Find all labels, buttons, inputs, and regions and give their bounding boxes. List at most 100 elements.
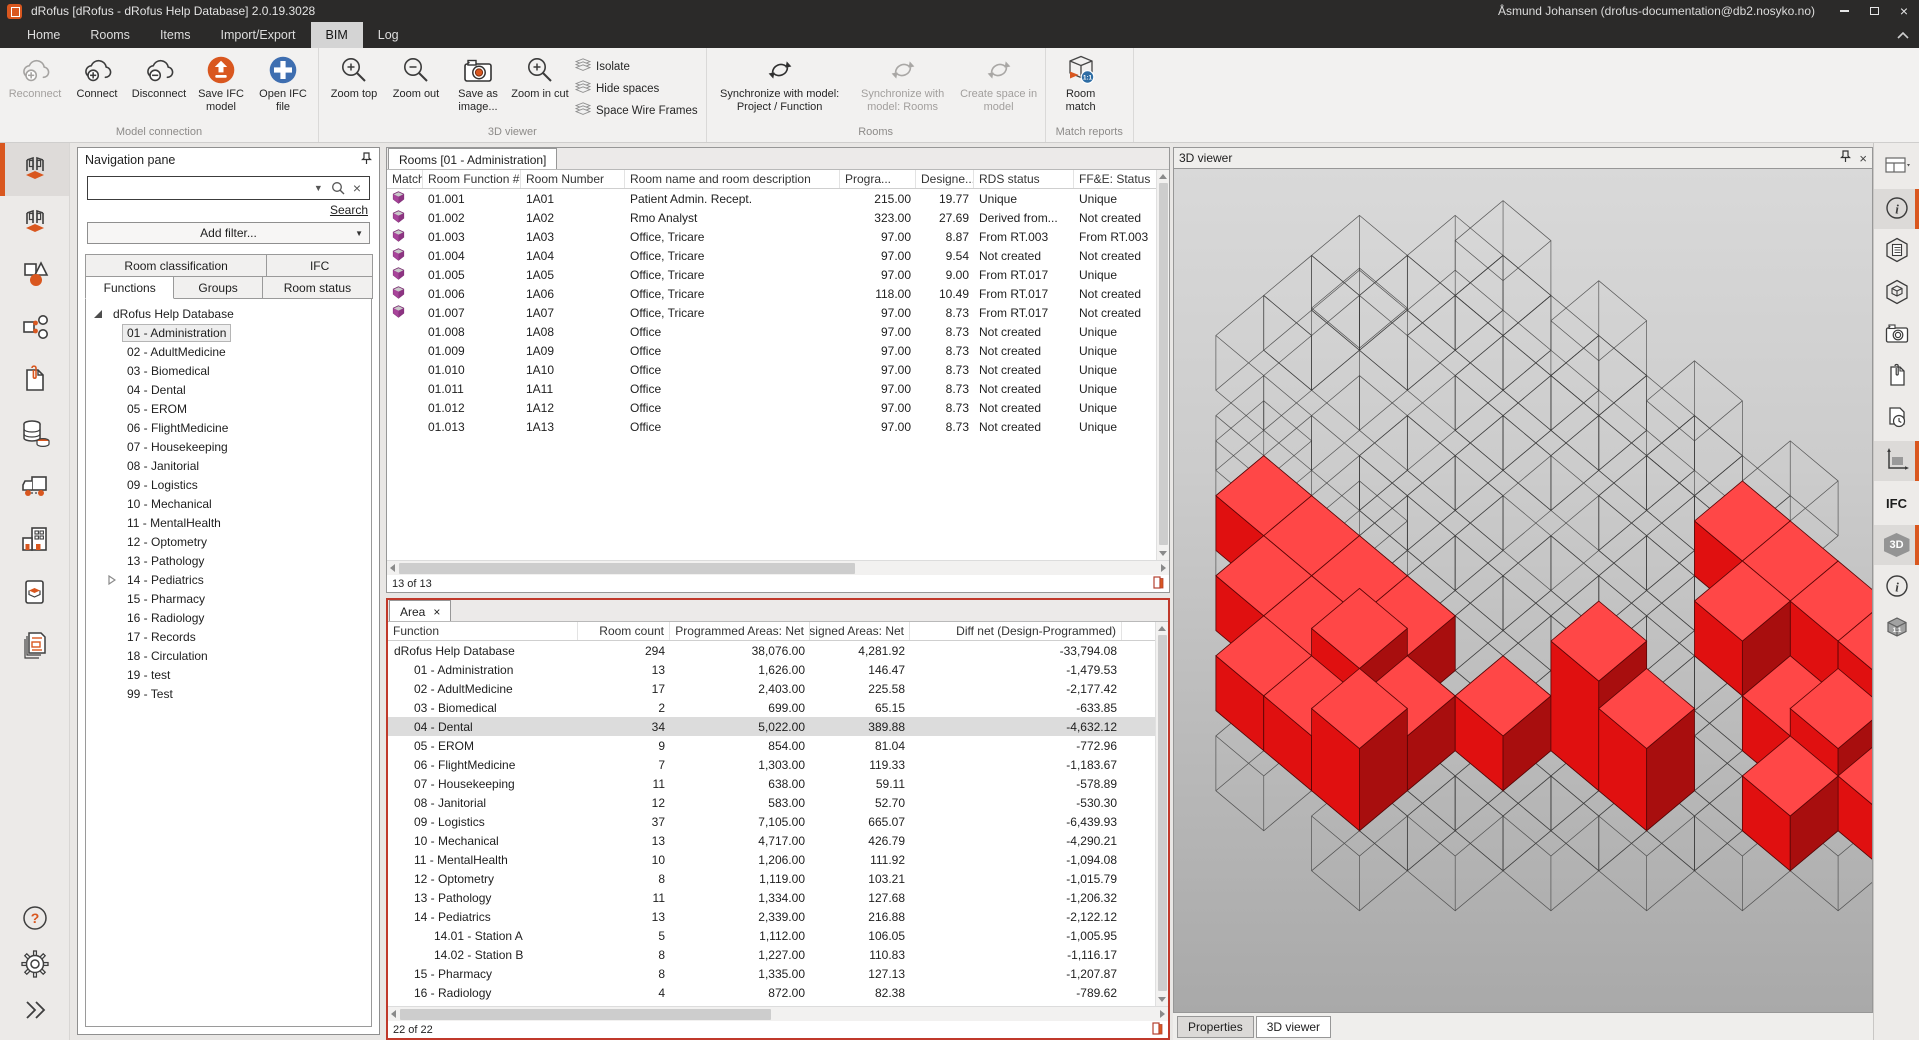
ribbon-button-open-ifc-file[interactable]: Open IFC file [252, 51, 314, 115]
sidebar-item-items[interactable] [0, 249, 69, 302]
sidebar-item-documents[interactable] [0, 355, 69, 408]
area-table-row[interactable]: 04 - Dental 34 5,022.00 389.88 -4,632.12 [388, 717, 1168, 736]
sidebar-item-systems[interactable] [0, 302, 69, 355]
tree-expander-open-icon[interactable] [94, 310, 102, 318]
column-header-function[interactable]: Function [388, 622, 578, 640]
rooms-table-header[interactable]: MatchRoom Function #:Room NumberRoom nam… [387, 170, 1169, 189]
sidebar-item-rooms[interactable] [0, 143, 69, 196]
area-table-row[interactable]: 10 - Mechanical 13 4,717.00 426.79 -4,29… [388, 831, 1168, 850]
tree-item-03-biomedical[interactable]: 03 - Biomedical [86, 361, 371, 380]
nav-tab-groups[interactable]: Groups [173, 276, 262, 299]
strip-item-camera[interactable] [1874, 315, 1919, 355]
viewer-tab-3d-viewer[interactable]: 3D viewer [1256, 1016, 1331, 1038]
report-icon[interactable] [1153, 576, 1164, 592]
strip-item-doc-clip[interactable] [1874, 357, 1919, 397]
menu-tab-bim[interactable]: BIM [311, 22, 363, 48]
report-icon[interactable] [1152, 1022, 1163, 1038]
rooms-table-row[interactable]: 01.001 1A01 Patient Admin. Recept. 215.0… [387, 189, 1169, 208]
sidebar-item-help[interactable]: ? [0, 896, 69, 942]
tree-item-18-circulation[interactable]: 18 - Circulation [86, 646, 371, 665]
ribbon-button-isolate[interactable]: Isolate [575, 58, 698, 75]
area-table-row[interactable]: 03 - Biomedical 2 699.00 65.15 -633.85 [388, 698, 1168, 717]
menu-tab-import-export[interactable]: Import/Export [206, 22, 311, 48]
ribbon-button-save-as-image[interactable]: Save as image... [447, 51, 509, 115]
rooms-table-row[interactable]: 01.006 1A06 Office, Tricare 118.00 10.49… [387, 284, 1169, 303]
search-input[interactable] [92, 180, 310, 196]
rooms-table-row[interactable]: 01.010 1A10 Office 97.00 8.73 Not create… [387, 360, 1169, 379]
area-table-row[interactable]: 06 - FlightMedicine 7 1,303.00 119.33 -1… [388, 755, 1168, 774]
tree-item-19-test[interactable]: 19 - test [86, 665, 371, 684]
tree-item-07-housekeeping[interactable]: 07 - Housekeeping [86, 437, 371, 456]
strip-item-hex-cube[interactable] [1874, 273, 1919, 313]
column-header-progra[interactable]: Progra... [840, 170, 916, 188]
collapse-ribbon-icon[interactable] [1897, 22, 1909, 48]
sidebar-item-expand[interactable] [0, 988, 69, 1034]
sidebar-item-building[interactable] [0, 514, 69, 567]
column-header-match[interactable]: Match [387, 170, 423, 188]
tree-item-99-test[interactable]: 99 - Test [86, 684, 371, 703]
column-header-diff-net-design-programmed[interactable]: Diff net (Design-Programmed) [910, 622, 1122, 640]
tree-item-14-pediatrics[interactable]: 14 - Pediatrics [86, 570, 371, 589]
menu-tab-log[interactable]: Log [363, 22, 414, 48]
area-horizontal-scrollbar[interactable] [388, 1006, 1168, 1021]
chevron-down-icon[interactable]: ▼ [310, 183, 327, 193]
tree-item-12-optometry[interactable]: 12 - Optometry [86, 532, 371, 551]
add-filter-dropdown[interactable]: Add filter... ▼ [87, 222, 370, 244]
rooms-table-row[interactable]: 01.002 1A02 Rmo Analyst 323.00 27.69 Der… [387, 208, 1169, 227]
column-header-room-function[interactable]: Room Function #: [423, 170, 521, 188]
area-table-row[interactable]: 09 - Logistics 37 7,105.00 665.07 -6,439… [388, 812, 1168, 831]
sidebar-item-rooms-alt[interactable] [0, 196, 69, 249]
column-header-ff-e-status[interactable]: FF&E: Status [1074, 170, 1169, 188]
area-table-row[interactable]: 13 - Pathology 11 1,334.00 127.68 -1,206… [388, 888, 1168, 907]
rooms-table-row[interactable]: 01.009 1A09 Office 97.00 8.73 Not create… [387, 341, 1169, 360]
tree-expander-closed-icon[interactable] [108, 575, 116, 585]
tree-item-13-pathology[interactable]: 13 - Pathology [86, 551, 371, 570]
nav-tab-room-status[interactable]: Room status [262, 276, 373, 299]
tree-item-16-radiology[interactable]: 16 - Radiology [86, 608, 371, 627]
maximize-button[interactable] [1859, 0, 1889, 22]
rooms-horizontal-scrollbar[interactable] [387, 560, 1169, 575]
area-table-row[interactable]: 12 - Optometry 8 1,119.00 103.21 -1,015.… [388, 869, 1168, 888]
pin-icon[interactable] [1840, 150, 1851, 166]
menu-tab-home[interactable]: Home [12, 22, 75, 48]
strip-item-info-2[interactable]: i [1874, 567, 1919, 607]
tree-item-09-logistics[interactable]: 09 - Logistics [86, 475, 371, 494]
tree-item-15-pharmacy[interactable]: 15 - Pharmacy [86, 589, 371, 608]
search-link[interactable]: Search [330, 203, 368, 217]
rooms-table-row[interactable]: 01.005 1A05 Office, Tricare 97.00 9.00 F… [387, 265, 1169, 284]
strip-item-ifc-label[interactable]: IFC [1874, 483, 1919, 523]
sidebar-item-reports[interactable] [0, 620, 69, 673]
ribbon-button-synchronize-with-model-project-function[interactable]: Synchronize with model: Project / Functi… [711, 51, 849, 115]
rooms-table-row[interactable]: 01.007 1A07 Office, Tricare 97.00 8.73 F… [387, 303, 1169, 322]
rooms-tab[interactable]: Rooms [01 - Administration] [388, 148, 557, 169]
column-header-programmed-areas-net[interactable]: Programmed Areas: Net [670, 622, 810, 640]
viewer-tab-properties[interactable]: Properties [1177, 1016, 1254, 1038]
strip-item-info[interactable]: i [1874, 189, 1919, 229]
area-table[interactable]: Function Room count Programmed Areas: Ne… [388, 622, 1168, 1006]
ribbon-button-zoom-in-cut[interactable]: Zoom in cut [509, 51, 571, 102]
tree-item-02-adultmedicine[interactable]: 02 - AdultMedicine [86, 342, 371, 361]
column-header-room-count[interactable]: Room count [578, 622, 670, 640]
area-table-row[interactable]: 08 - Janitorial 12 583.00 52.70 -530.30 [388, 793, 1168, 812]
strip-item-doc-clock[interactable] [1874, 399, 1919, 439]
sidebar-item-database[interactable] [0, 408, 69, 461]
area-table-row[interactable]: 15 - Pharmacy 8 1,335.00 127.13 -1,207.8… [388, 964, 1168, 983]
search-icon[interactable] [327, 181, 349, 195]
column-header-designed-areas-net[interactable]: Designed Areas: Net [810, 622, 910, 640]
tree-item-10-mechanical[interactable]: 10 - Mechanical [86, 494, 371, 513]
tree-item-01-administration[interactable]: 01 - Administration [86, 323, 371, 342]
rooms-table-row[interactable]: 01.008 1A08 Office 97.00 8.73 Not create… [387, 322, 1169, 341]
rooms-table-row[interactable]: 01.011 1A11 Office 97.00 8.73 Not create… [387, 379, 1169, 398]
menu-tab-rooms[interactable]: Rooms [75, 22, 145, 48]
tree-item-05-erom[interactable]: 05 - EROM [86, 399, 371, 418]
area-table-row[interactable]: 14.01 - Station A 5 1,112.00 106.05 -1,0… [388, 926, 1168, 945]
tree-item-04-dental[interactable]: 04 - Dental [86, 380, 371, 399]
rooms-vertical-scrollbar[interactable] [1156, 170, 1169, 560]
column-header-room-name-and-room-description[interactable]: Room name and room description [625, 170, 840, 188]
area-table-row[interactable]: 11 - MentalHealth 10 1,206.00 111.92 -1,… [388, 850, 1168, 869]
ribbon-button-save-ifc-model[interactable]: Save IFC model [190, 51, 252, 115]
ribbon-button-hide-spaces[interactable]: Hide spaces [575, 80, 698, 97]
area-table-row[interactable]: 07 - Housekeeping 11 638.00 59.11 -578.8… [388, 774, 1168, 793]
tree-item-08-janitorial[interactable]: 08 - Janitorial [86, 456, 371, 475]
rooms-table-row[interactable]: 01.012 1A12 Office 97.00 8.73 Not create… [387, 398, 1169, 417]
